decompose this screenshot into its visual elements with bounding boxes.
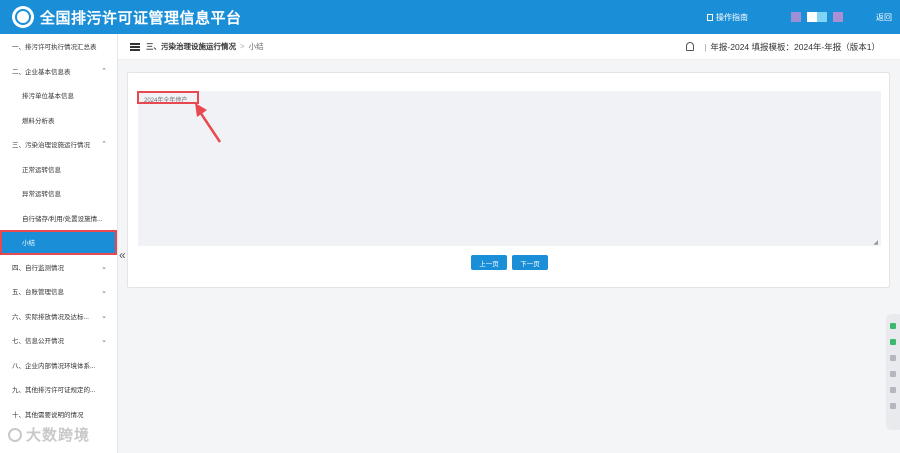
watermark-text: 大数跨境 (26, 427, 91, 444)
chevron-down-icon[interactable]: ⌄ (101, 312, 107, 320)
collapse-sidebar-icon[interactable]: « (119, 248, 126, 262)
sidebar-item[interactable]: 九、其他排污许可证规定的... (0, 377, 117, 402)
sidebar-item[interactable]: 正常运转信息 (0, 157, 117, 182)
edit-icon[interactable] (890, 387, 896, 393)
sidebar-item[interactable]: 三、污染治理设施运行情况 ⌃ (0, 132, 117, 157)
sidebar-item-label: 小结 (22, 240, 35, 248)
floating-toolbar (886, 314, 900, 430)
chevron-down-icon[interactable]: ⌄ (101, 287, 107, 295)
sidebar-item[interactable]: 二、企业基本信息表 ⌃ (0, 59, 117, 84)
sidebar-item[interactable]: 十、其他需要说明的情况 (0, 402, 117, 427)
theme-swatch-purple[interactable] (791, 12, 801, 22)
theme-swatch-cyan[interactable] (817, 12, 827, 22)
summary-card: ◢ 上一页 下一页 (127, 72, 890, 288)
theme-swatch-violet[interactable] (833, 12, 843, 22)
sidebar-item-label: 八、企业内部情况环境体系... (12, 362, 96, 370)
watermark-logo-icon (8, 427, 22, 442)
bell-icon[interactable] (686, 42, 695, 51)
guide-link[interactable]: 操作指南 (707, 12, 748, 23)
next-page-button[interactable]: 下一页 (512, 255, 548, 270)
report-info: | 年报-2024 填报模板：2024年-年报（版本1） (686, 41, 880, 53)
sidebar-item-label: 三、污染治理设施运行情况 (12, 142, 90, 150)
summary-textarea[interactable] (138, 91, 881, 246)
phone-icon[interactable] (890, 339, 896, 345)
chevron-down-icon[interactable]: ⌄ (101, 336, 107, 344)
breadcrumb-bar: 三、污染治理设施运行情况 > 小结 | 年报-2024 填报模板：2024年-年… (118, 34, 900, 60)
copy-icon[interactable] (890, 403, 896, 409)
sidebar-item-label: 自行储存/利用/处置设施情... (22, 215, 103, 223)
breadcrumb-separator: > (240, 42, 245, 51)
sidebar-item-label: 一、排污许可执行情况汇总表 (12, 44, 97, 52)
chevron-down-icon[interactable]: ⌄ (101, 263, 107, 271)
sidebar-item-label: 十、其他需要说明的情况 (12, 411, 84, 419)
report-info-text: 年报-2024 填报模板：2024年-年报（版本1） (710, 41, 880, 52)
sidebar-item-label: 正常运转信息 (22, 166, 61, 174)
sidebar-item[interactable]: 八、企业内部情况环境体系... (0, 353, 117, 378)
sidebar-item-label: 五、台账管理信息 (12, 289, 64, 297)
chevron-up-icon[interactable]: ⌃ (101, 140, 107, 148)
breadcrumb-section[interactable]: 三、污染治理设施运行情况 (146, 41, 236, 52)
back-link[interactable]: 返回 (876, 12, 892, 23)
chat-icon[interactable] (890, 323, 896, 329)
sidebar-item[interactable]: 四、自行监测情况 ⌄ (0, 255, 117, 280)
sidebar-item[interactable]: 排污单位基本信息 (0, 83, 117, 108)
chevron-up-icon[interactable]: ⌃ (101, 67, 107, 75)
sidebar-item[interactable]: 异常运转信息 (0, 181, 117, 206)
prev-page-button[interactable]: 上一页 (471, 255, 507, 270)
sidebar-nav: 一、排污许可执行情况汇总表 二、企业基本信息表 ⌃ 排污单位基本信息 燃料分析表三、污染… (0, 34, 118, 453)
sidebar-item[interactable]: 自行储存/利用/处置设施情... (0, 206, 117, 231)
sidebar-item-label: 燃料分析表 (22, 117, 55, 125)
sidebar-item-label: 七、信息公开情况 (12, 338, 64, 346)
app-title: 全国排污许可证管理信息平台 (40, 9, 242, 27)
top-header: 全国排污许可证管理信息平台 操作指南 返回 (0, 0, 900, 34)
theme-swatch-white[interactable] (807, 12, 817, 22)
resize-grip-icon[interactable]: ◢ (873, 239, 878, 246)
sidebar-item-label: 异常运转信息 (22, 191, 61, 199)
annotation-arrow-icon (195, 103, 222, 143)
sidebar-item-label: 排污单位基本信息 (22, 93, 74, 101)
sidebar-item-label: 二、企业基本信息表 (12, 68, 71, 76)
watermark: 大数跨境 (8, 424, 90, 445)
sidebar-item[interactable]: 燃料分析表 (0, 108, 117, 133)
menu-toggle-icon[interactable] (130, 42, 140, 51)
sidebar-item[interactable]: 小结 (0, 230, 117, 255)
sidebar-item[interactable]: 六、实际排放情况及达标... ⌄ (0, 304, 117, 329)
logo-icon (12, 6, 34, 28)
eye-icon[interactable] (890, 371, 896, 377)
sidebar-item-label: 四、自行监测情况 (12, 264, 64, 272)
divider: | (704, 41, 707, 52)
sidebar-item[interactable]: 七、信息公开情况 ⌄ (0, 328, 117, 353)
sidebar-item[interactable]: 一、排污许可执行情况汇总表 (0, 34, 117, 59)
header-actions: 操作指南 返回 (707, 0, 892, 34)
sidebar-item[interactable]: 五、台账管理信息 ⌄ (0, 279, 117, 304)
sidebar-item-label: 六、实际排放情况及达标... (12, 313, 89, 321)
document-icon (707, 13, 713, 21)
guide-label: 操作指南 (716, 12, 748, 22)
breadcrumb-current: 小结 (248, 42, 264, 51)
share-icon[interactable] (890, 355, 896, 361)
sidebar-item-label: 九、其他排污许可证规定的... (12, 387, 96, 395)
